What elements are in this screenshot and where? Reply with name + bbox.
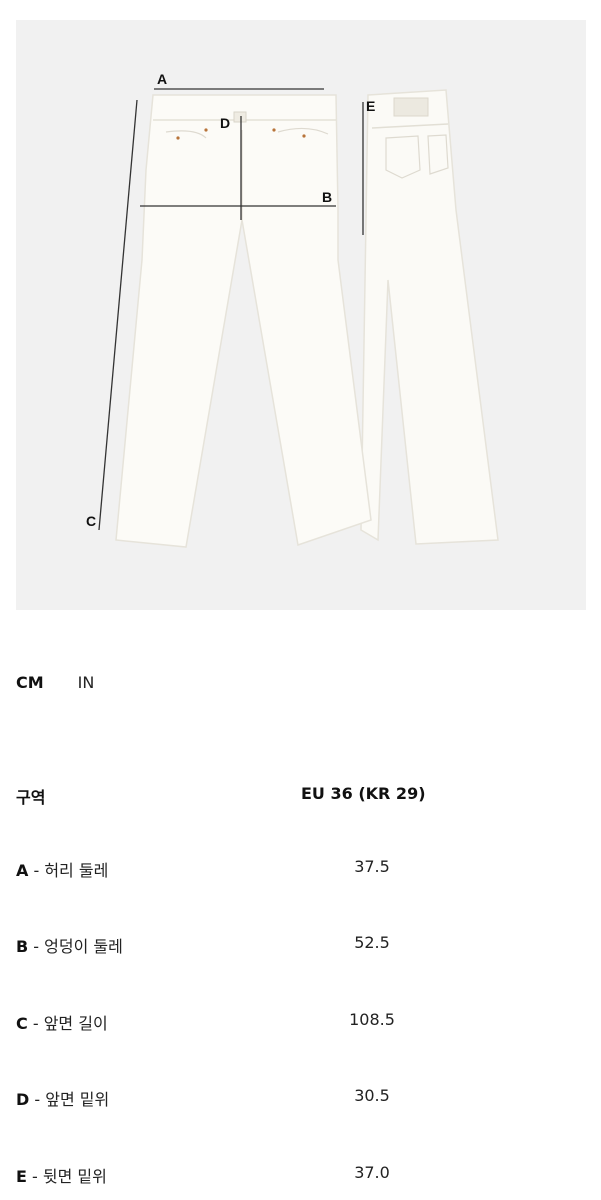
label-e: E [366,98,375,114]
table-row: E - 뒷면 밑위 37.0 [16,1163,586,1187]
label-c: C [86,513,96,529]
row-value: 37.0 [354,1163,390,1182]
row-letter: C [16,1014,28,1033]
jeans-back-view [360,89,499,545]
row-letter: B [16,937,29,956]
table-row: A - 허리 둘레 37.5 [16,857,586,881]
unit-toggle: CM IN [16,673,94,692]
row-letter: E [16,1167,27,1186]
row-letter: A [16,861,29,880]
row-value: 108.5 [349,1010,395,1029]
unit-in-button[interactable]: IN [78,673,95,692]
table-row: D - 앞면 밑위 30.5 [16,1086,586,1110]
row-letter: D [16,1090,30,1109]
row-value: 37.5 [354,857,390,876]
area-header: 구역 [16,788,46,807]
size-column-header: EU 36 (KR 29) [301,784,426,803]
row-description: - 앞면 밑위 [29,1090,110,1109]
row-description: - 허리 둘레 [28,861,109,880]
table-row: C - 앞면 길이 108.5 [16,1010,586,1034]
jeans-diagram: A B C D E [86,71,499,548]
jeans-front-view [115,94,372,548]
row-value: 52.5 [354,933,390,952]
row-description: - 엉덩이 둘레 [28,937,123,956]
size-table-header: 구역 EU 36 (KR 29) [16,784,586,808]
row-description: - 뒷면 밑위 [26,1167,107,1186]
unit-cm-button[interactable]: CM [16,673,44,692]
product-figure: A B C D E [16,20,586,610]
label-d: D [220,115,230,131]
label-b: B [322,189,332,205]
label-a: A [157,71,167,87]
row-description: - 앞면 길이 [27,1014,108,1033]
row-value: 30.5 [354,1086,390,1105]
table-row: B - 엉덩이 둘레 52.5 [16,933,586,957]
